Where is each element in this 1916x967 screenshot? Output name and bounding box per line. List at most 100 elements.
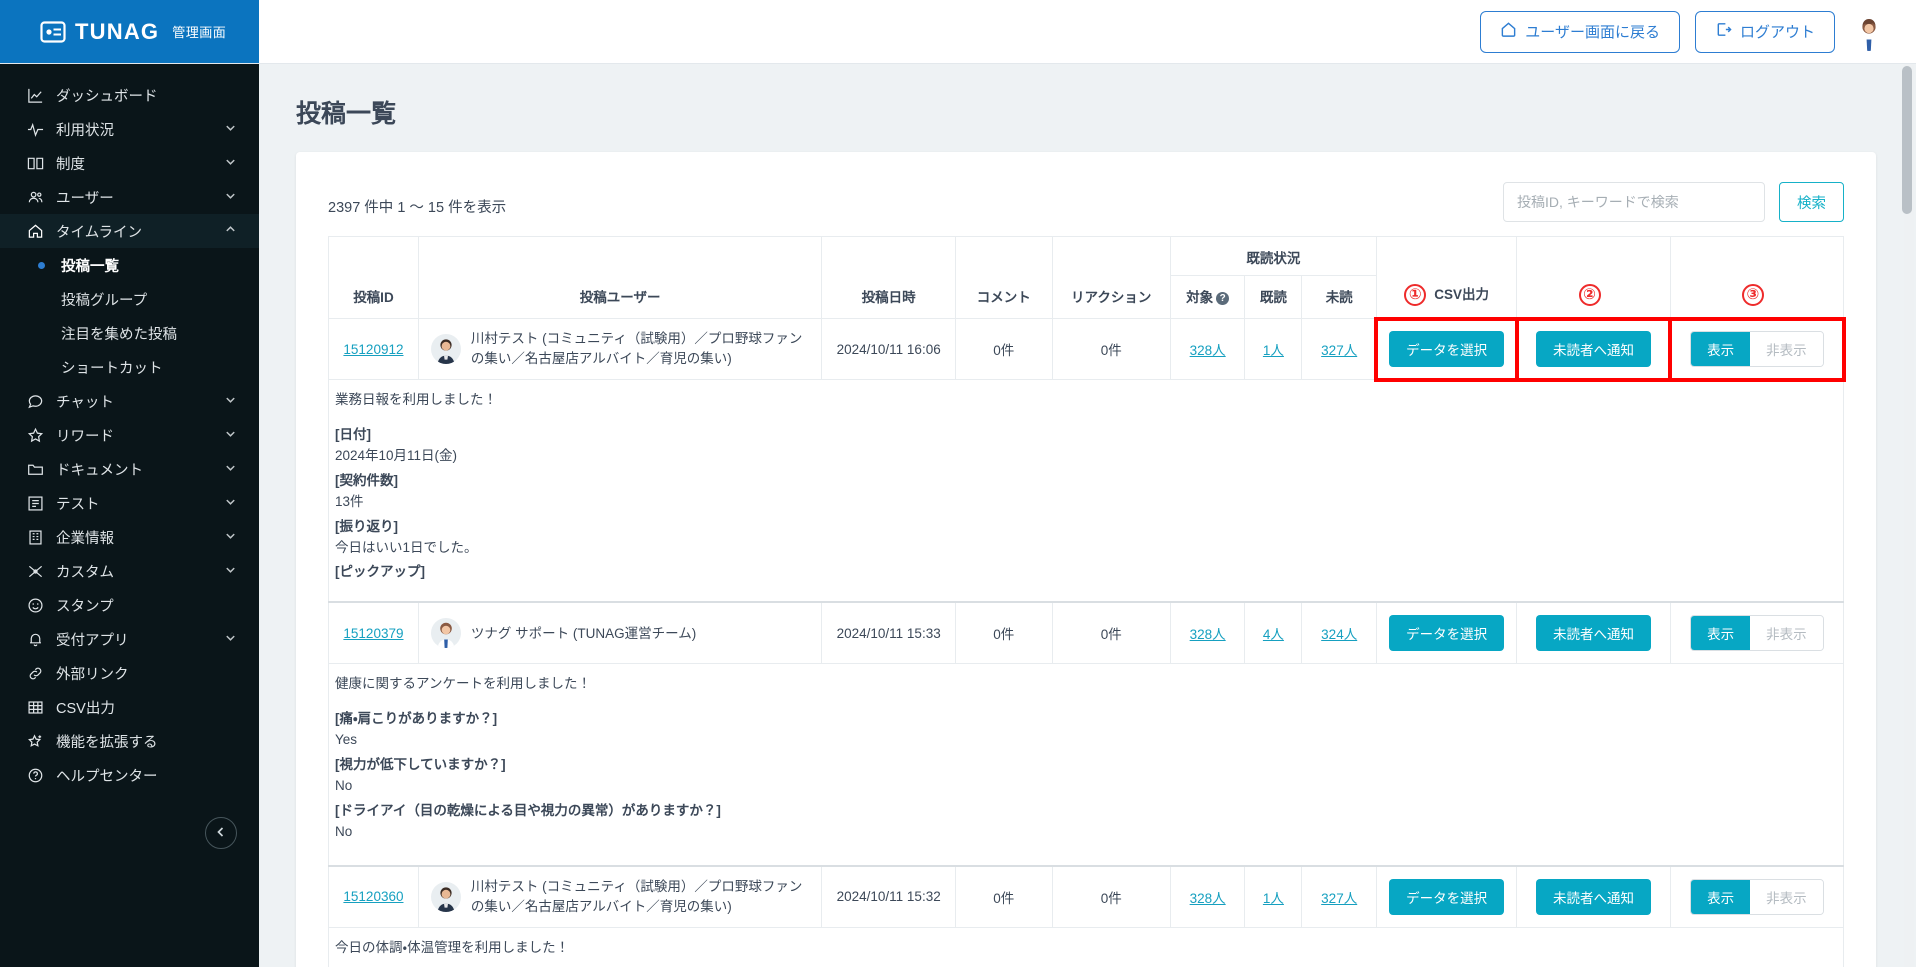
th-target: 対象? <box>1169 275 1246 319</box>
table-content-row: 健康に関するアンケートを利用しました！ [痛・肩こりがありますか？] Yes [… <box>328 663 1844 867</box>
th-csv-export: ① CSV出力 <box>1375 236 1518 319</box>
sidebar-item-featured-posts[interactable]: 注目を集めた投稿 <box>0 316 259 350</box>
sidebar-item-label: 外部リンク <box>56 666 129 683</box>
chevron-down-icon <box>224 495 237 512</box>
table-row: 15120379 ツナグ サポート (TUNAG運営チーム) 2024/10/1… <box>328 601 1845 665</box>
sidebar-item-chat[interactable]: チャット <box>0 384 259 418</box>
logout-label: ログアウト <box>1739 24 1815 41</box>
sidebar-subitem-label: 投稿グループ <box>61 292 148 309</box>
read-count-link[interactable]: 1人 <box>1263 891 1284 906</box>
chevron-down-icon <box>224 563 237 580</box>
cell-post-datetime: 2024/10/11 15:32 <box>821 864 957 928</box>
display-toggle-group: 表示 非表示 <box>1690 878 1824 915</box>
read-count-link[interactable]: 1人 <box>1263 343 1284 358</box>
post-content-lead: 業務日報を利用しました！ <box>335 392 497 407</box>
th-read: 既読 <box>1244 275 1303 319</box>
target-count-link[interactable]: 328人 <box>1190 343 1226 358</box>
target-count-link[interactable]: 328人 <box>1190 891 1226 906</box>
table-row: 15120912 川村テスト (コミュニティ（試験用）／プロ野球ファンの集い／名… <box>328 316 1846 382</box>
cell-post-user: ツナグ サポート (TUNAG運営チーム) <box>417 601 823 665</box>
show-button[interactable]: 表示 <box>1691 332 1751 366</box>
sidebar-subitem-label: 投稿一覧 <box>61 258 119 275</box>
sidebar-item-reward[interactable]: リワード <box>0 418 259 452</box>
post-content-key: [ドライアイ（目の乾燥による目や視力の異常）がありますか？] <box>335 802 721 818</box>
post-content: 今日の体調・体温管理を利用しました！ [あああ] 体調は万全です <box>328 926 1844 967</box>
sidebar-item-stamp[interactable]: スタンプ <box>0 588 259 622</box>
link-icon <box>26 665 44 682</box>
sidebar-item-external-link[interactable]: 外部リンク <box>0 656 259 690</box>
page-scrollbar-track[interactable] <box>1902 64 1914 967</box>
sidebar-item-timeline[interactable]: タイムライン <box>0 214 259 248</box>
sidebar-item-post-list[interactable]: 投稿一覧 <box>0 248 259 282</box>
th-unread: 未読 <box>1301 275 1377 319</box>
male-avatar-icon <box>430 881 461 912</box>
hide-button[interactable]: 非表示 <box>1750 879 1823 914</box>
post-id-link[interactable]: 15120360 <box>343 889 403 904</box>
hide-button[interactable]: 非表示 <box>1750 616 1823 651</box>
sidebar-item-post-group[interactable]: 投稿グループ <box>0 282 259 316</box>
show-button[interactable]: 表示 <box>1691 879 1751 914</box>
sidebar-item-company-info[interactable]: 企業情報 <box>0 520 259 554</box>
hide-button[interactable]: 非表示 <box>1750 332 1823 366</box>
sidebar-item-users[interactable]: ユーザー <box>0 180 259 214</box>
bullet-placeholder-icon <box>38 364 45 371</box>
notify-unread-button[interactable]: 未読者へ通知 <box>1536 878 1651 915</box>
post-id-link[interactable]: 15120379 <box>343 626 403 641</box>
cell-display-toggle: 表示 非表示 <box>1668 316 1846 382</box>
select-data-button[interactable]: データを選択 <box>1389 878 1505 915</box>
result-count-text: 2397 件中 1 〜 15 件を表示 <box>328 200 507 216</box>
cell-display-toggle: 表示 非表示 <box>1669 601 1845 665</box>
sidebar-item-shortcut[interactable]: ショートカット <box>0 350 259 384</box>
page-scrollbar-thumb[interactable] <box>1902 66 1912 214</box>
select-data-button[interactable]: データを選択 <box>1389 615 1505 652</box>
sidebar-item-custom[interactable]: カスタム <box>0 554 259 588</box>
chevron-down-icon <box>224 631 237 648</box>
post-content-key: [痛・肩こりがありますか？] <box>335 711 498 727</box>
unread-count-link[interactable]: 327人 <box>1321 343 1357 358</box>
table-content-row: 今日の体調・体温管理を利用しました！ [あああ] 体調は万全です <box>328 926 1844 967</box>
target-count-link[interactable]: 328人 <box>1190 627 1226 642</box>
avatar[interactable] <box>1850 12 1888 51</box>
sidebar-item-label: ユーザー <box>56 190 114 207</box>
unread-count-link[interactable]: 324人 <box>1321 627 1357 642</box>
th-display-toggle: ③ <box>1669 236 1845 319</box>
th-target-label: 対象 <box>1186 290 1214 305</box>
cell-post-id: 15120360 <box>328 864 419 928</box>
help-question-icon[interactable]: ? <box>1216 291 1230 305</box>
post-content-lead: 今日の体調・体温管理を利用しました！ <box>335 939 570 955</box>
sidebar-item-csv-export[interactable]: CSV出力 <box>0 690 259 724</box>
post-id-link[interactable]: 15120912 <box>343 342 403 357</box>
search-area: 検索 <box>1503 182 1844 222</box>
select-data-button[interactable]: データを選択 <box>1389 331 1505 367</box>
sidebar-item-help-center[interactable]: ヘルプセンター <box>0 758 259 792</box>
post-list-table: 投稿ID 投稿ユーザー 投稿日時 コメント リアクション 既読状況 ① CSV出力… <box>328 236 1846 967</box>
search-button[interactable]: 検索 <box>1779 182 1844 222</box>
sidebar-item-label: タイムライン <box>56 224 142 241</box>
search-input[interactable] <box>1503 182 1765 222</box>
folder-icon <box>26 461 44 478</box>
sidebar-item-dashboard[interactable]: ダッシュボード <box>0 78 259 112</box>
logout-button[interactable]: ログアウト <box>1694 10 1835 53</box>
sidebar-item-reception-app[interactable]: 受付アプリ <box>0 622 259 656</box>
notify-unread-button[interactable]: 未読者へ通知 <box>1536 615 1651 652</box>
sidebar-item-test[interactable]: テスト <box>0 486 259 520</box>
table-row: 15120360 川村テスト (コミュニティ（試験用）／プロ野球ファンの集い／名… <box>328 864 1845 928</box>
post-user-name: 川村テスト (コミュニティ（試験用）／プロ野球ファンの集い／名古屋店アルバイト／… <box>470 331 803 366</box>
th-reaction: リアクション <box>1051 236 1171 319</box>
show-button[interactable]: 表示 <box>1691 616 1751 651</box>
read-count-link[interactable]: 4人 <box>1263 627 1284 642</box>
cell-post-datetime: 2024/10/11 15:33 <box>821 601 957 665</box>
sidebar-collapse-button[interactable] <box>205 817 237 849</box>
cell-read-count: 1人 <box>1244 864 1303 928</box>
sidebar-item-document[interactable]: ドキュメント <box>0 452 259 486</box>
chevron-left-icon <box>215 826 227 841</box>
sidebar-item-usage[interactable]: 利用状況 <box>0 112 259 146</box>
back-to-user-screen-button[interactable]: ユーザー画面に戻る <box>1480 10 1680 53</box>
notify-unread-button[interactable]: 未読者へ通知 <box>1536 331 1651 367</box>
post-content-key: [契約件数] <box>335 472 398 488</box>
post-content-key: [視力が低下していますか？] <box>335 757 506 773</box>
sidebar-item-extend-features[interactable]: 機能を拡張する <box>0 724 259 758</box>
sidebar-item-system[interactable]: 制度 <box>0 146 259 180</box>
display-toggle-group: 表示 非表示 <box>1690 331 1824 367</box>
unread-count-link[interactable]: 327人 <box>1321 891 1357 906</box>
